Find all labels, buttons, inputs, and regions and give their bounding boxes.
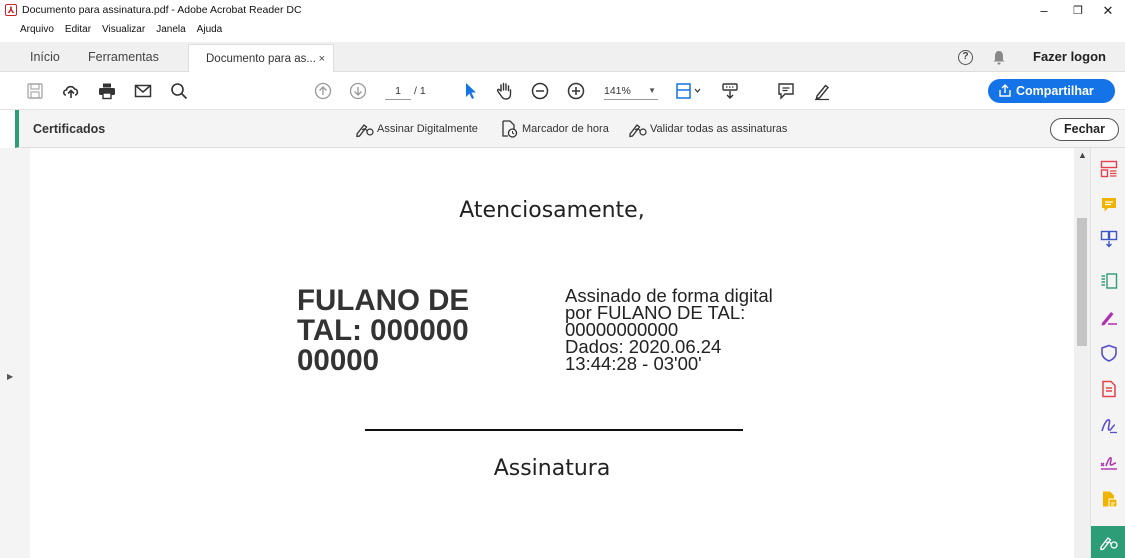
chevron-down-icon: ▼ (648, 86, 656, 95)
signature-line (365, 429, 743, 431)
right-tools-pane (1090, 148, 1125, 558)
scroll-mode-icon[interactable] (720, 81, 740, 101)
bell-icon[interactable] (992, 50, 1006, 65)
acrobat-icon: ⅄ (5, 4, 17, 16)
certificates-icon (1100, 537, 1118, 551)
validate-all-label: Validar todas as assinaturas (650, 123, 788, 135)
signature-label: Assinatura (493, 456, 611, 481)
export-pdf-icon[interactable] (1100, 380, 1118, 398)
hand-tool-icon[interactable] (495, 81, 515, 101)
sign-digitally-label: Assinar Digitalmente (377, 123, 478, 135)
vertical-scrollbar[interactable]: ▲ (1074, 148, 1090, 558)
tab-bar: Início Ferramentas Documento para as... … (0, 42, 1125, 72)
tab-close-icon[interactable]: × (319, 45, 325, 73)
comment-tool-icon[interactable] (776, 81, 796, 101)
tab-document-label: Documento para as... (206, 53, 316, 65)
upload-cloud-icon[interactable] (61, 81, 81, 101)
zoom-select[interactable]: 141% ▼ (604, 82, 658, 100)
page-number-input[interactable]: 1 (385, 82, 411, 100)
edit-pdf-icon[interactable] (1100, 272, 1118, 290)
email-icon[interactable] (133, 81, 153, 101)
window-title: Documento para assinatura.pdf - Adobe Ac… (22, 4, 302, 16)
scroll-up-icon[interactable]: ▲ (1078, 150, 1087, 160)
share-button[interactable]: Compartilhar (988, 79, 1115, 103)
menu-bar: Arquivo Editar Visualizar Janela Ajuda (0, 22, 1125, 38)
next-page-icon[interactable] (348, 81, 368, 101)
select-cursor-icon[interactable] (461, 81, 481, 101)
highlight-pen-icon[interactable] (812, 81, 832, 101)
title-bar: ⅄ Documento para assinatura.pdf - Adobe … (0, 0, 1125, 22)
tab-home[interactable]: Início (30, 42, 60, 72)
create-pdf-icon[interactable] (1100, 490, 1118, 508)
menu-janela[interactable]: Janela (156, 22, 185, 38)
left-panel-toggle[interactable]: ▶ (0, 148, 30, 558)
protect-icon[interactable] (1100, 344, 1118, 362)
tab-tools[interactable]: Ferramentas (88, 42, 159, 72)
zoom-out-icon[interactable] (530, 81, 550, 101)
page-fit-icon[interactable] (674, 81, 702, 101)
organize-pages-icon[interactable] (1100, 160, 1118, 178)
validate-all-button[interactable]: Validar todas as assinaturas (628, 110, 787, 148)
signature-details[interactable]: Assinado de forma digital por FULANO DE … (565, 286, 845, 374)
fill-sign-icon[interactable] (1100, 308, 1118, 326)
signature-detail-line: 13:44:28 - 03'00' (565, 353, 702, 374)
timestamp-label: Marcador de hora (522, 123, 609, 135)
share-icon (999, 84, 1011, 97)
share-label: Compartilhar (1016, 84, 1094, 98)
tab-document[interactable]: Documento para as... × (188, 44, 334, 72)
expand-left-panel-icon[interactable]: ▶ (7, 372, 13, 381)
timestamp-icon (502, 120, 518, 138)
zoom-value: 141% (604, 85, 631, 97)
signer-name: FULANO DE TAL: 000000 00000 (297, 284, 470, 377)
maximize-button[interactable]: ❐ (1061, 2, 1095, 20)
scrollbar-thumb[interactable] (1077, 218, 1087, 346)
combine-files-icon[interactable] (1100, 230, 1118, 248)
minimize-button[interactable]: – (1027, 2, 1061, 20)
sign-digitally-icon (356, 124, 374, 138)
save-icon[interactable] (25, 81, 45, 101)
logon-button[interactable]: Fazer logon (1033, 42, 1106, 72)
close-certificates-button[interactable]: Fechar (1050, 118, 1119, 141)
menu-arquivo[interactable]: Arquivo (20, 22, 54, 38)
previous-page-icon[interactable] (313, 81, 333, 101)
menu-ajuda[interactable]: Ajuda (197, 22, 223, 38)
zoom-in-icon[interactable] (566, 81, 586, 101)
page-total: / 1 (414, 85, 426, 97)
document-greeting: Atenciosamente, (459, 198, 645, 223)
help-icon[interactable]: ? (958, 50, 973, 65)
search-icon[interactable] (169, 81, 189, 101)
sign-digitally-button[interactable]: Assinar Digitalmente (355, 110, 478, 148)
menu-visualizar[interactable]: Visualizar (102, 22, 145, 38)
main-toolbar: 1 / 1 141% ▼ (0, 72, 1125, 110)
close-window-button[interactable]: ✕ (1091, 2, 1125, 20)
validate-signatures-icon (629, 124, 647, 138)
request-signature-icon[interactable] (1100, 416, 1118, 434)
menu-editar[interactable]: Editar (65, 22, 91, 38)
certificates-tool-active[interactable] (1091, 526, 1125, 558)
signature-icon[interactable] (1100, 454, 1118, 472)
pdf-page: Atenciosamente, FULANO DE TAL: 000000 00… (30, 148, 1074, 558)
comment-icon[interactable] (1100, 196, 1118, 214)
certificates-label: Certificados (33, 122, 106, 136)
timestamp-button[interactable]: Marcador de hora (500, 110, 609, 148)
certificates-toolbar: Certificados Assinar Digitalmente Marcad… (15, 110, 1125, 148)
print-icon[interactable] (97, 81, 117, 101)
